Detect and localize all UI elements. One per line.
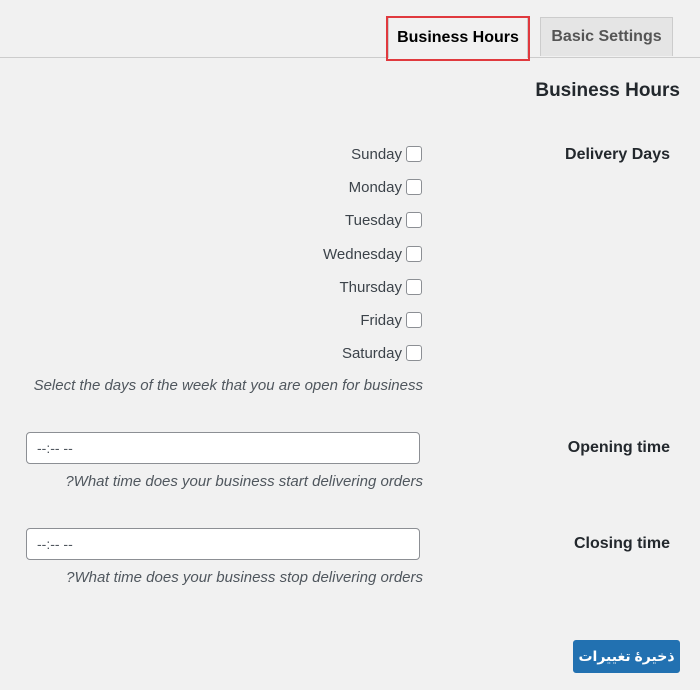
- opening-time-description: ?What time does your business start deli…: [65, 473, 423, 490]
- day-label: Tuesday: [345, 211, 402, 229]
- saturday-checkbox[interactable]: [406, 345, 422, 361]
- friday-checkbox[interactable]: [406, 312, 422, 328]
- tab-business-hours[interactable]: Business Hours: [388, 17, 528, 58]
- day-label: Thursday: [339, 278, 402, 296]
- monday-checkbox[interactable]: [406, 179, 422, 195]
- day-label: Sunday: [351, 145, 402, 163]
- tab-basic-settings[interactable]: Basic Settings: [540, 17, 673, 56]
- thursday-checkbox[interactable]: [406, 279, 422, 295]
- day-label: Saturday: [341, 344, 402, 362]
- day-label: Wednesday: [323, 245, 402, 263]
- day-row-tuesday: Tuesday: [345, 210, 422, 230]
- delivery-days-label: Delivery Days: [565, 146, 670, 163]
- tuesday-checkbox[interactable]: [406, 212, 422, 228]
- closing-time-value: --:-- --: [37, 536, 73, 552]
- wednesday-checkbox[interactable]: [406, 246, 422, 262]
- section-title: Business Hours: [535, 80, 680, 101]
- sunday-checkbox[interactable]: [406, 146, 422, 162]
- closing-time-description: ?What time does your business stop deliv…: [66, 569, 423, 586]
- day-row-wednesday: Wednesday: [323, 244, 422, 264]
- opening-time-label: Opening time: [567, 439, 670, 456]
- day-label: Friday: [360, 311, 402, 329]
- opening-time-input[interactable]: --:-- --: [26, 432, 420, 464]
- day-row-thursday: Thursday: [339, 277, 422, 297]
- closing-time-input[interactable]: --:-- --: [26, 528, 420, 560]
- opening-time-value: --:-- --: [37, 440, 73, 456]
- save-changes-button[interactable]: ذخيرهٔ تغييرات: [573, 640, 680, 673]
- tab-bar: Business Hours Basic Settings: [0, 0, 700, 61]
- day-row-friday: Friday: [360, 310, 422, 330]
- delivery-days-description: Select the days of the week that you are…: [33, 377, 423, 394]
- day-row-sunday: Sunday: [351, 144, 422, 164]
- day-label: Monday: [348, 178, 402, 196]
- settings-page: Business Hours Basic Settings Business H…: [0, 0, 700, 690]
- day-row-saturday: Saturday: [342, 343, 422, 363]
- closing-time-label: Closing time: [573, 535, 670, 552]
- day-row-monday: Monday: [349, 177, 422, 197]
